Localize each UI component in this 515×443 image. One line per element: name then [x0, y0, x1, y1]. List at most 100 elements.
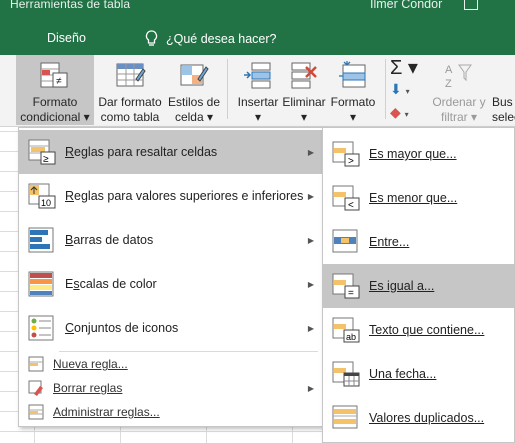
menu-item-color-scales[interactable]: Escalas de color ▶: [19, 262, 322, 306]
sort-filter-label-2: filtrar ▾: [440, 110, 478, 124]
data-bars-label: arras de datos: [73, 233, 154, 247]
format-as-table-button[interactable]: Dar formatocomo tabla ▾: [96, 55, 164, 139]
svg-text:A: A: [445, 64, 453, 76]
greater-than-icon: >: [332, 141, 360, 167]
svg-text:<: <: [348, 200, 354, 211]
svg-text:≠: ≠: [56, 76, 62, 87]
ribbon-separator: [227, 59, 228, 119]
highlight-rules-accel: R: [65, 145, 75, 159]
cell-styles-icon: [180, 64, 209, 86]
restore-window-icon[interactable]: [464, 0, 478, 10]
svg-text:ab: ab: [346, 332, 356, 342]
highlight-cells-submenu: > Es mayor que... < Es menor que... Entr…: [322, 127, 515, 443]
sort-filter-label-1: Ordenar y: [432, 95, 486, 109]
menu-item-clear-rules[interactable]: Borrar reglas ▶: [19, 376, 322, 400]
cell-styles-button[interactable]: Estilos de celda ▾: [166, 55, 222, 125]
submenu-item-less-than[interactable]: < Es menor que...: [323, 176, 514, 220]
submenu-arrow-icon: ▶: [307, 323, 314, 333]
conditional-formatting-label-1: Formato: [32, 95, 78, 109]
top-bottom-accel: R: [65, 189, 75, 203]
clear-rules-icon: [28, 380, 43, 396]
icon-sets-accel: C: [65, 321, 75, 335]
color-scales-label: calas de color: [79, 277, 157, 291]
tell-me-box[interactable]: ¿Qué desea hacer?: [145, 30, 277, 47]
delete-button[interactable]: Eliminar ▾: [280, 55, 328, 125]
highlight-rules-label: eglas para resaltar celdas: [74, 145, 218, 159]
less-than-icon: <: [332, 185, 360, 211]
find-select-label-2: selec: [492, 110, 515, 124]
format-label-2: ▾: [349, 110, 357, 124]
menu-item-top-bottom-rules[interactable]: 10 Reglas para valores superiores e infe…: [19, 174, 322, 218]
ribbon: ≠ Formato condicional ▾ Dar formato como t…: [0, 55, 515, 139]
cell-styles-label-2: celda ▾: [174, 110, 214, 124]
submenu-arrow-icon: ▶: [307, 279, 314, 289]
submenu-item-greater-than[interactable]: > Es mayor que...: [323, 132, 514, 176]
data-bars-icon: [28, 227, 54, 253]
submenu-item-duplicate-values[interactable]: Valores duplicados...: [323, 396, 514, 440]
date-icon: [332, 361, 360, 387]
submenu-arrow-icon: ▶: [307, 235, 314, 245]
conditional-formatting-button[interactable]: ≠ Formato condicional ▾: [16, 55, 94, 125]
equal-to-label: Es igual a...: [369, 279, 435, 293]
menu-item-icon-sets[interactable]: Conjuntos de iconos ▶: [19, 306, 322, 350]
submenu-arrow-icon: ▶: [307, 191, 314, 201]
manage-rules-icon: [28, 404, 44, 420]
delete-label-1: Eliminar: [282, 95, 326, 109]
ribbon-separator: [385, 59, 386, 119]
menu-item-highlight-cells-rules[interactable]: ≥ Reglas para resaltar celdas ▶: [19, 130, 322, 174]
format-as-table-icon: [116, 63, 146, 87]
tab-diseno[interactable]: Diseño: [47, 31, 86, 45]
svg-text:>: >: [348, 156, 354, 167]
ribbon-tabs: Diseño ¿Qué desea hacer?: [0, 22, 515, 55]
text-contains-label: Texto que contiene...: [369, 323, 485, 337]
submenu-item-text-contains[interactable]: ab Texto que contiene...: [323, 308, 514, 352]
tell-me-text: ¿Qué desea hacer?: [166, 31, 277, 46]
submenu-item-equal-to[interactable]: = Es igual a...: [323, 264, 514, 308]
date-label: Una fecha...: [369, 367, 437, 381]
svg-text:≥: ≥: [43, 154, 49, 165]
manage-rules-label: Administrar reglas...: [53, 405, 160, 419]
greater-than-label: Es mayor que...: [369, 147, 457, 161]
cell-styles-label-1: Estilos de: [167, 95, 221, 109]
svg-text:10: 10: [41, 198, 51, 208]
sort-filter-icon: AZ: [445, 64, 472, 90]
between-label: Entre...: [369, 235, 410, 249]
insert-label-1: Insertar: [237, 95, 279, 109]
svg-text:=: =: [348, 288, 354, 299]
between-icon: [332, 229, 358, 253]
format-button[interactable]: Formato ▾: [328, 55, 378, 125]
format-cells-icon: [339, 61, 366, 88]
menu-item-manage-rules[interactable]: Administrar reglas...: [19, 400, 322, 424]
user-name[interactable]: Ilmer Condor: [370, 0, 442, 11]
insert-label-2: ▾: [254, 110, 262, 124]
conditional-formatting-label-2: condicional ▾: [20, 110, 90, 124]
format-label-1: Formato: [330, 95, 376, 109]
format-as-table-label-1: Dar formato: [98, 95, 162, 109]
context-tab-group: Herramientas de tabla: [10, 0, 131, 11]
delete-cells-icon: [291, 62, 317, 89]
eraser-icon[interactable]: ◆ ▾: [390, 102, 428, 125]
submenu-item-date[interactable]: Una fecha...: [323, 352, 514, 396]
sort-filter-button[interactable]: AZ Ordenar y filtrar ▾: [428, 55, 490, 125]
fill-down-icon[interactable]: ⬇ ▾: [390, 79, 428, 102]
text-contains-icon: ab: [332, 317, 360, 343]
insert-button[interactable]: Insertar ▾: [234, 55, 282, 125]
top-bottom-rules-icon: 10: [28, 183, 56, 209]
menu-item-new-rule[interactable]: Nueva regla...: [19, 352, 322, 376]
icon-sets-label: onjuntos de iconos: [74, 321, 179, 335]
autosum-icon: Σ ▾: [390, 57, 418, 79]
menu-item-data-bars[interactable]: Barras de datos ▶: [19, 218, 322, 262]
find-select-button[interactable]: Busselec: [492, 55, 515, 125]
clear-rules-label: Borrar reglas: [53, 381, 123, 395]
conditional-formatting-icon: ≠: [40, 62, 68, 88]
svg-text:Z: Z: [445, 78, 452, 90]
delete-label-2: ▾: [300, 110, 308, 124]
submenu-item-between[interactable]: Entre...: [323, 220, 514, 264]
duplicate-values-icon: [332, 405, 358, 429]
icon-sets-icon: [28, 315, 54, 341]
lightbulb-icon: [145, 30, 158, 46]
title-bar: Herramientas de tabla Ilmer Condor: [0, 0, 515, 22]
autosum-button[interactable]: Σ ▾ ⬇ ▾ ◆ ▾: [390, 55, 428, 125]
highlight-cells-rules-icon: ≥: [28, 139, 56, 165]
duplicate-values-label: Valores duplicados...: [369, 411, 485, 425]
